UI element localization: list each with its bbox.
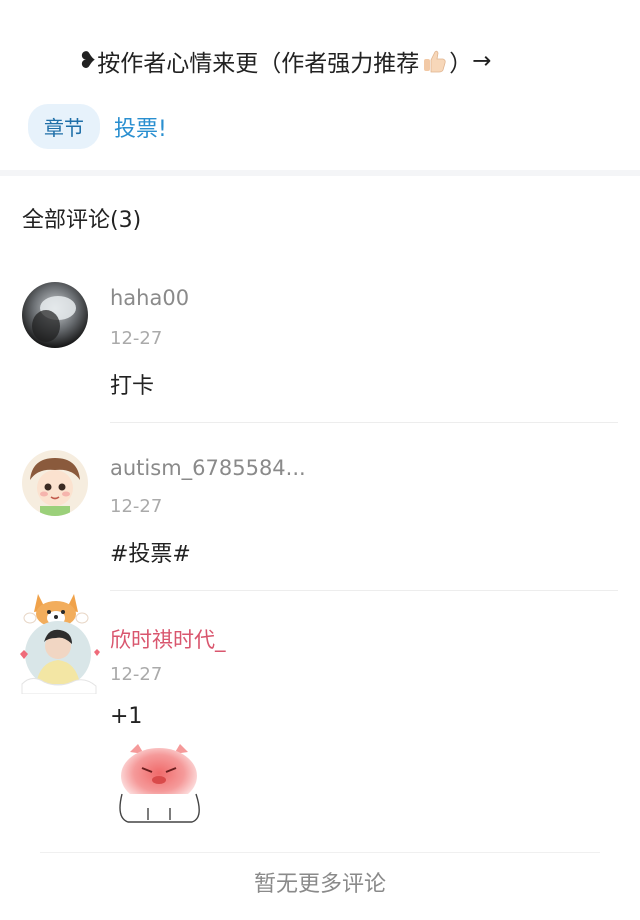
comment-text: +1 bbox=[110, 704, 143, 729]
comment-username[interactable]: autism_6785584... bbox=[110, 456, 306, 480]
avatar-cartoon bbox=[22, 450, 88, 516]
comment-date: 12-27 bbox=[110, 328, 163, 349]
chapter-update-note: ❥ 按作者心情来更（作者强力推荐 ） → bbox=[78, 44, 492, 78]
comment-date: 12-27 bbox=[110, 664, 163, 685]
comment-text: #投票# bbox=[110, 542, 191, 567]
footer-divider bbox=[40, 852, 600, 853]
heart-bullet: ❥ bbox=[78, 48, 98, 74]
no-more-comments: 暂无更多评论 bbox=[253, 872, 386, 897]
comment-date: 12-27 bbox=[110, 496, 163, 517]
comment-text: 打卡 bbox=[110, 374, 155, 399]
arrow-icon: → bbox=[472, 48, 492, 74]
avatar-frame[interactable] bbox=[12, 588, 104, 695]
vote-link[interactable]: 投票! bbox=[114, 111, 167, 143]
avatar-with-corgi-frame bbox=[20, 594, 100, 695]
comments-heading: 全部评论(3) bbox=[22, 208, 142, 233]
avatar[interactable] bbox=[22, 450, 88, 516]
comment-divider bbox=[110, 422, 618, 423]
section-divider bbox=[0, 170, 640, 176]
chapter-tag[interactable]: 章节 bbox=[28, 104, 100, 149]
pig-sticker-image bbox=[108, 738, 212, 828]
avatar-photo bbox=[22, 282, 88, 348]
avatar[interactable] bbox=[22, 282, 88, 348]
thumbs-up-icon bbox=[424, 50, 446, 73]
comment-divider bbox=[110, 590, 618, 591]
update-note-close: ） bbox=[449, 51, 473, 77]
tag-row: 章节 投票! bbox=[28, 104, 167, 149]
blushing-pig-sticker[interactable] bbox=[108, 738, 212, 828]
update-note-text: 按作者心情来更（作者强力推荐 bbox=[97, 51, 420, 77]
comment-username[interactable]: 欣时祺时代_ bbox=[110, 624, 226, 654]
comment-username[interactable]: haha00 bbox=[110, 286, 189, 310]
